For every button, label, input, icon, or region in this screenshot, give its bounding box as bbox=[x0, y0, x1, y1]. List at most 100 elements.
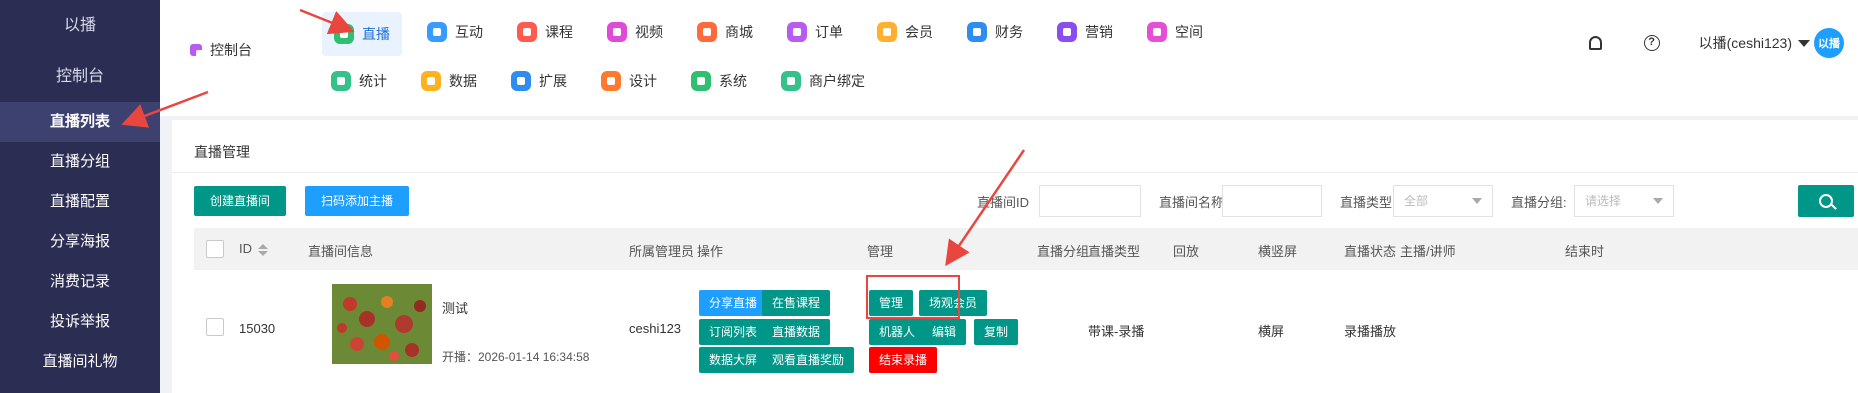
edit-button[interactable]: 编辑 bbox=[922, 319, 967, 345]
th-label: ID bbox=[239, 241, 252, 256]
console-icon bbox=[190, 44, 204, 58]
robot-button[interactable]: 机器人 bbox=[869, 319, 926, 345]
nav-item-space[interactable]: 空间 bbox=[1138, 14, 1212, 50]
page-title: 直播管理 bbox=[194, 144, 250, 160]
chevron-down-icon bbox=[1653, 198, 1663, 204]
marketing-icon bbox=[1057, 22, 1077, 42]
nav-item-finance[interactable]: 财务 bbox=[958, 14, 1032, 50]
nav-item-system[interactable]: 系统 bbox=[682, 63, 756, 99]
sidebar-item-live-list[interactable]: 直播列表 bbox=[0, 102, 160, 142]
th-end: 结束时 bbox=[1565, 244, 1605, 259]
top-right-tools: ? 以播(ceshi123) 以播 bbox=[1587, 28, 1844, 58]
sort-icon[interactable] bbox=[258, 243, 268, 256]
nav-item-video[interactable]: 视频 bbox=[598, 14, 672, 50]
data-screen-button[interactable]: 数据大屏 bbox=[699, 347, 768, 373]
sidebar-item-complaints[interactable]: 投诉举报 bbox=[0, 302, 160, 342]
sidebar-item-consumption[interactable]: 消费记录 bbox=[0, 262, 160, 302]
th-ops: 操作 bbox=[697, 244, 724, 259]
select-value: 全部 bbox=[1404, 194, 1429, 208]
avatar[interactable]: 以播 bbox=[1814, 28, 1844, 58]
course-icon bbox=[517, 22, 537, 42]
nav-item-orders[interactable]: 订单 bbox=[778, 14, 852, 50]
nav-label: 系统 bbox=[719, 73, 747, 89]
th-info: 直播间信息 bbox=[308, 244, 374, 259]
filter-type-select[interactable]: 全部 bbox=[1393, 185, 1493, 217]
order-icon bbox=[787, 22, 807, 42]
nav-label: 商户绑定 bbox=[809, 73, 865, 89]
end-recording-button[interactable]: 结束录播 bbox=[869, 347, 938, 373]
share-live-button[interactable]: 分享直播 bbox=[699, 290, 768, 316]
row-type: 带课-录播 bbox=[1088, 324, 1145, 339]
bell-icon[interactable] bbox=[1587, 34, 1605, 52]
nav-item-merchant[interactable]: 商户绑定 bbox=[772, 63, 874, 99]
scan-add-host-button[interactable]: 扫码添加主播 bbox=[305, 186, 410, 216]
nav-item-interact[interactable]: 互动 bbox=[418, 14, 492, 50]
th-host: 主播/讲师 bbox=[1400, 244, 1456, 259]
user-name[interactable]: 以播(ceshi123) bbox=[1699, 33, 1792, 53]
nav-label: 数据 bbox=[449, 73, 477, 89]
filter-label-name: 直播间名称 bbox=[1159, 195, 1225, 210]
sidebar-item-share-poster[interactable]: 分享海报 bbox=[0, 222, 160, 262]
sidebar-console[interactable]: 控制台 bbox=[0, 52, 160, 102]
filter-id-input[interactable] bbox=[1039, 185, 1141, 217]
nav-item-stats[interactable]: 统计 bbox=[322, 63, 396, 99]
copy-button[interactable]: 复制 bbox=[974, 319, 1019, 345]
select-all-checkbox[interactable] bbox=[206, 240, 224, 258]
viewer-members-button[interactable]: 场观会员 bbox=[919, 290, 988, 316]
nav-item-design[interactable]: 设计 bbox=[592, 63, 666, 99]
row-name: 测试 bbox=[442, 301, 469, 316]
help-icon[interactable]: ? bbox=[1643, 34, 1661, 52]
main-card: 直播管理 创建直播间 扫码添加主播 直播间ID 直播间名称 直播类型 全部 直播… bbox=[172, 120, 1858, 393]
th-admin: 所属管理员 bbox=[629, 244, 695, 259]
live-icon bbox=[334, 24, 354, 44]
filter-label-group: 直播分组: bbox=[1511, 195, 1567, 210]
row-checkbox[interactable] bbox=[206, 318, 224, 336]
sidebar: 以播 控制台 直播列表 直播分组 直播配置 分享海报 消费记录 投诉举报 直播间… bbox=[0, 0, 160, 393]
sidebar-item-live-config[interactable]: 直播配置 bbox=[0, 182, 160, 222]
row-screen: 横屏 bbox=[1258, 324, 1285, 339]
manage-button[interactable]: 管理 bbox=[869, 290, 914, 316]
row-admin: ceshi123 bbox=[629, 321, 682, 336]
nav-item-marketing[interactable]: 营销 bbox=[1048, 14, 1122, 50]
sidebar-logo[interactable]: 以播 bbox=[0, 0, 160, 52]
search-button[interactable] bbox=[1798, 185, 1854, 217]
watch-reward-button[interactable]: 观看直播奖励 bbox=[762, 347, 855, 373]
row-start-time: 开播：2026-01-14 16:34:58 bbox=[442, 350, 590, 364]
live-data-button[interactable]: 直播数据 bbox=[762, 319, 831, 345]
breadcrumb[interactable]: 控制台 bbox=[190, 40, 252, 60]
nav-label: 直播 bbox=[362, 26, 390, 42]
select-placeholder: 请选择 bbox=[1585, 194, 1622, 208]
nav-item-mall[interactable]: 商城 bbox=[688, 14, 762, 50]
nav-label: 商城 bbox=[725, 24, 753, 40]
sidebar-item-live-group[interactable]: 直播分组 bbox=[0, 142, 160, 182]
system-icon bbox=[691, 71, 711, 91]
nav-label: 互动 bbox=[455, 24, 483, 40]
top-bar: 控制台 直播 互动 课程 视频 商城 订单 会员 财务 营销 空间 统计 数据 … bbox=[160, 0, 1858, 116]
create-live-room-button[interactable]: 创建直播间 bbox=[194, 186, 287, 216]
sidebar-item-gifts[interactable]: 直播间礼物 bbox=[0, 342, 160, 382]
nav-item-course[interactable]: 课程 bbox=[508, 14, 582, 50]
nav-item-members[interactable]: 会员 bbox=[868, 14, 942, 50]
shop-icon bbox=[697, 22, 717, 42]
subscription-list-button[interactable]: 订阅列表 bbox=[699, 319, 768, 345]
filter-group-select[interactable]: 请选择 bbox=[1574, 185, 1674, 217]
th-id[interactable]: ID bbox=[239, 241, 268, 256]
video-icon bbox=[607, 22, 627, 42]
live-room-thumbnail[interactable] bbox=[332, 284, 432, 364]
filter-name-input[interactable] bbox=[1222, 185, 1322, 217]
nav-label: 统计 bbox=[359, 73, 387, 89]
filter-label-id: 直播间ID bbox=[977, 195, 1030, 210]
nav-item-live[interactable]: 直播 bbox=[322, 12, 402, 56]
nav-item-data[interactable]: 数据 bbox=[412, 63, 486, 99]
th-status: 直播状态 bbox=[1344, 244, 1397, 259]
chevron-down-icon[interactable] bbox=[1798, 39, 1810, 47]
th-replay: 回放 bbox=[1173, 244, 1200, 259]
courses-on-sale-button[interactable]: 在售课程 bbox=[762, 290, 831, 316]
nav-label: 课程 bbox=[545, 24, 573, 40]
filter-label-type: 直播类型 bbox=[1340, 195, 1393, 210]
nav-label: 设计 bbox=[629, 73, 657, 89]
data-icon bbox=[421, 71, 441, 91]
finance-icon bbox=[967, 22, 987, 42]
nav-label: 会员 bbox=[905, 24, 933, 40]
nav-item-extend[interactable]: 扩展 bbox=[502, 63, 576, 99]
